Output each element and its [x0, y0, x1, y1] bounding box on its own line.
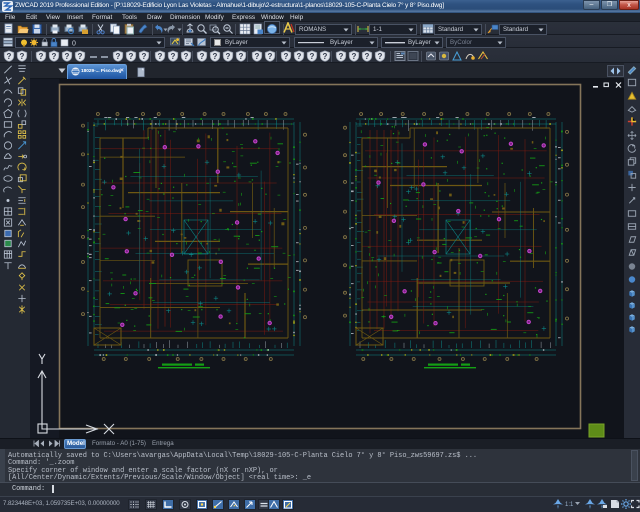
svg-text:1:1: 1:1	[565, 502, 574, 508]
